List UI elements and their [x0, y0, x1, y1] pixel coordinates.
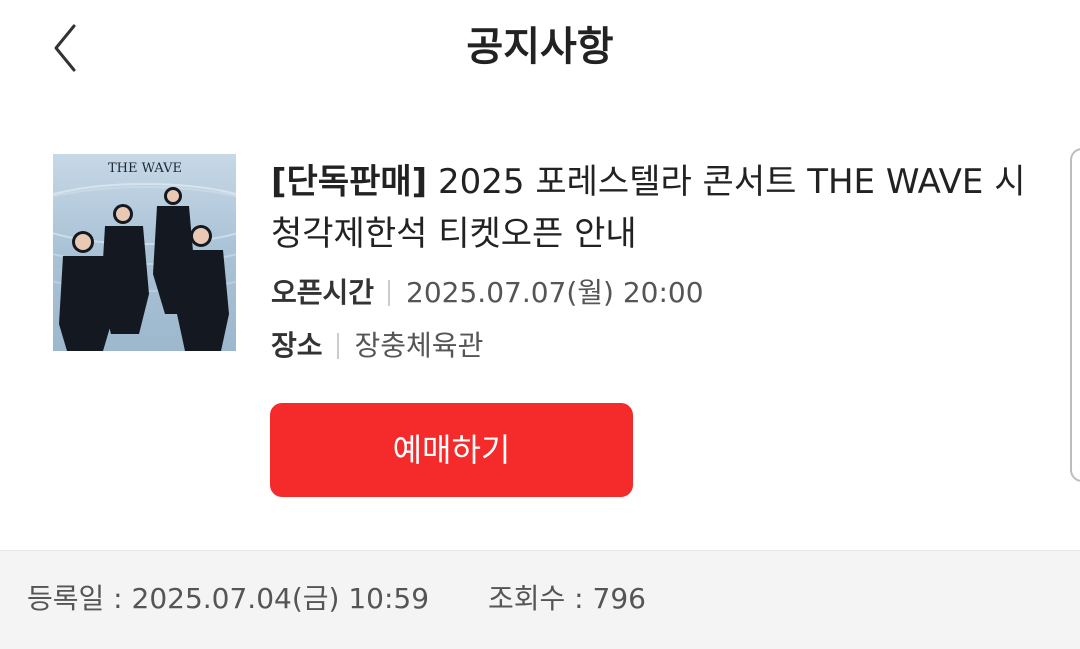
side-scroll-handle[interactable] [1070, 148, 1080, 482]
place-value: 장충체육관 [354, 329, 484, 362]
open-time-value: 2025.07.07(월) 20:00 [406, 276, 704, 309]
divider [388, 280, 391, 306]
open-time-label: 오픈시간 [271, 276, 375, 309]
open-time-row: 오픈시간 2025.07.07(월) 20:00 [271, 275, 704, 311]
page-title: 공지사항 [466, 24, 614, 70]
footer-meta: 등록일 : 2025.07.04(금) 10:59 조회수 : 796 [0, 550, 1080, 649]
event-poster-image[interactable]: THE WAVE [53, 154, 236, 351]
view-count: 조회수 : 796 [488, 582, 646, 615]
notice-tag: [단독판매] [271, 162, 428, 202]
header-bar: 공지사항 [0, 0, 1080, 100]
notice-title[interactable]: [단독판매] 2025 포레스텔라 콘서트 THE WAVE 시청각제한석 티켓… [271, 156, 1031, 260]
poster-artwork: THE WAVE [53, 154, 236, 351]
registered-date: 등록일 : 2025.07.04(금) 10:59 [27, 582, 430, 615]
book-ticket-button[interactable]: 예매하기 [270, 403, 633, 497]
place-row: 장소 장충체육관 [271, 328, 483, 364]
divider [336, 333, 339, 359]
poster-title-text: THE WAVE [108, 161, 182, 176]
place-label: 장소 [271, 329, 323, 362]
